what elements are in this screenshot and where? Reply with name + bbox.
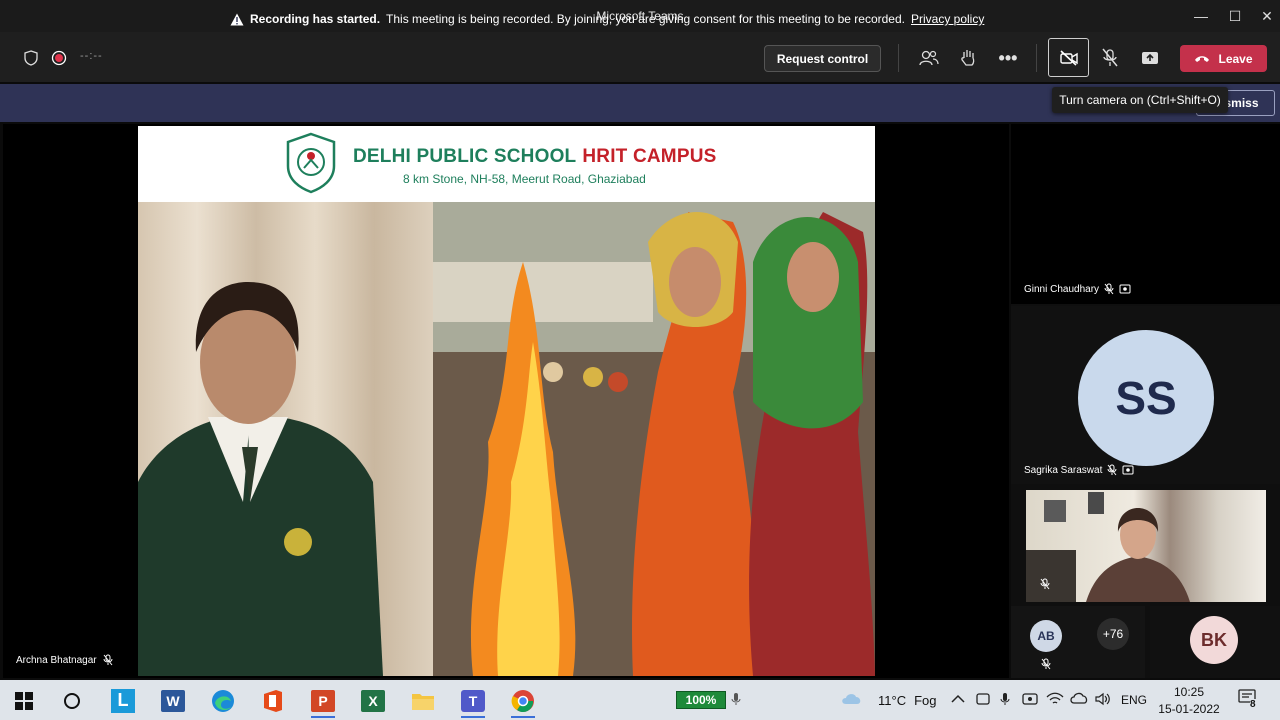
mic-muted-icon [103, 654, 113, 666]
recording-icon [50, 49, 68, 67]
student-photo [138, 202, 433, 676]
presenter-icon [1122, 465, 1134, 475]
camera-off-icon [1059, 49, 1078, 66]
minimize-button[interactable]: — [1182, 0, 1220, 32]
excel-icon[interactable]: X [353, 683, 393, 718]
notification-icon[interactable]: 8 [1238, 689, 1258, 710]
banner-text: This meeting is being recorded. By joini… [386, 12, 905, 26]
meeting-timer: --:-- [80, 50, 103, 62]
word-icon[interactable]: W [153, 683, 193, 718]
school-logo-icon [286, 132, 336, 194]
main-speaker-label: Archna Bhatnagar [16, 654, 113, 666]
participant-tile-ginni[interactable] [1011, 124, 1280, 304]
participant-video-feed[interactable] [1026, 490, 1266, 602]
weather-temp: 11°C [878, 692, 907, 708]
zoom-level-badge[interactable]: 100% [676, 691, 726, 709]
mic-muted-icon [1041, 658, 1051, 670]
tray-app-icon[interactable] [976, 692, 990, 709]
mic-tray-icon[interactable] [1000, 692, 1010, 709]
participant-tile-ginni-label: Ginni Chaudhary [1024, 283, 1131, 295]
privacy-policy-link[interactable]: Privacy policy [911, 12, 984, 26]
participants-icon[interactable] [916, 46, 942, 70]
app-l-icon[interactable]: L [103, 683, 143, 718]
shared-slide: DELHI PUBLIC SCHOOL HRIT CAMPUS 8 km Ston… [138, 126, 875, 676]
search-icon[interactable] [52, 683, 92, 718]
camera-toggle-button[interactable] [1048, 38, 1089, 77]
language-indicator[interactable]: ENG [1121, 693, 1147, 707]
camera-tooltip: Turn camera on (Ctrl+Shift+O) [1052, 87, 1228, 113]
festival-photo [433, 202, 875, 676]
office-icon[interactable] [253, 683, 293, 718]
weather-widget[interactable]: 11°C Fog [840, 692, 937, 708]
shield-icon[interactable] [22, 49, 40, 67]
toolbar-divider [1036, 44, 1037, 72]
leave-button[interactable]: Leave [1180, 45, 1267, 72]
toolbar-divider [898, 44, 899, 72]
request-control-button[interactable]: Request control [764, 45, 881, 72]
meet-now-icon[interactable] [1022, 692, 1038, 709]
avatar-bk: BK [1190, 616, 1238, 664]
overflow-count[interactable]: +76 [1097, 618, 1129, 650]
main-speaker-name: Archna Bhatnagar [16, 654, 97, 666]
school-name-part2: HRIT CAMPUS [582, 146, 717, 167]
chrome-icon[interactable] [503, 683, 543, 718]
windows-start-icon[interactable] [4, 683, 44, 718]
mic-muted-icon [1107, 464, 1117, 476]
presenter-icon [1119, 284, 1131, 294]
banner-title: Recording has started. [250, 12, 381, 26]
notification-count: 8 [1250, 699, 1256, 710]
mic-muted-icon [1104, 283, 1114, 295]
avatar-sagrika: SS [1078, 330, 1214, 466]
volume-icon[interactable] [1095, 692, 1111, 709]
raise-hand-icon[interactable] [955, 46, 981, 70]
fog-cloud-icon [842, 694, 861, 704]
onedrive-icon[interactable] [1070, 692, 1088, 707]
more-options-icon[interactable]: ••• [995, 46, 1021, 70]
warning-icon [230, 13, 244, 25]
participant-name: Ginni Chaudhary [1024, 283, 1100, 295]
system-clock[interactable]: 10:25 15-01-2022 [1150, 684, 1228, 718]
weather-desc: Fog [914, 692, 937, 708]
mic-off-icon[interactable] [1098, 46, 1122, 70]
school-name: DELHI PUBLIC SCHOOL HRIT CAMPUS [353, 146, 717, 168]
banner-message: Recording has started. This meeting is b… [230, 12, 984, 26]
clock-time: 10:25 [1173, 685, 1205, 699]
share-screen-icon[interactable] [1138, 46, 1162, 70]
close-button[interactable]: ✕ [1248, 0, 1280, 32]
wifi-icon[interactable] [1046, 692, 1064, 709]
mic-muted-icon [1040, 578, 1050, 590]
powerpoint-icon[interactable]: P [303, 683, 343, 718]
avatar-ab: AB [1030, 620, 1062, 652]
slide-header: DELHI PUBLIC SCHOOL HRIT CAMPUS 8 km Ston… [138, 126, 875, 202]
hang-up-icon [1195, 55, 1210, 62]
school-name-part1: DELHI PUBLIC SCHOOL [353, 146, 577, 167]
leave-label: Leave [1218, 51, 1253, 66]
participant-tile-sagrika-label: Sagrika Saraswat [1024, 464, 1134, 476]
clock-date: 15-01-2022 [1158, 702, 1220, 716]
microphone-tray-icon[interactable] [731, 692, 741, 709]
participant-name: Sagrika Saraswat [1024, 464, 1103, 476]
file-explorer-icon[interactable] [403, 683, 443, 718]
school-address: 8 km Stone, NH-58, Meerut Road, Ghaziaba… [403, 172, 646, 186]
teams-icon[interactable]: T [453, 683, 493, 718]
chevron-up-icon[interactable] [951, 692, 965, 707]
edge-icon[interactable] [203, 683, 243, 718]
